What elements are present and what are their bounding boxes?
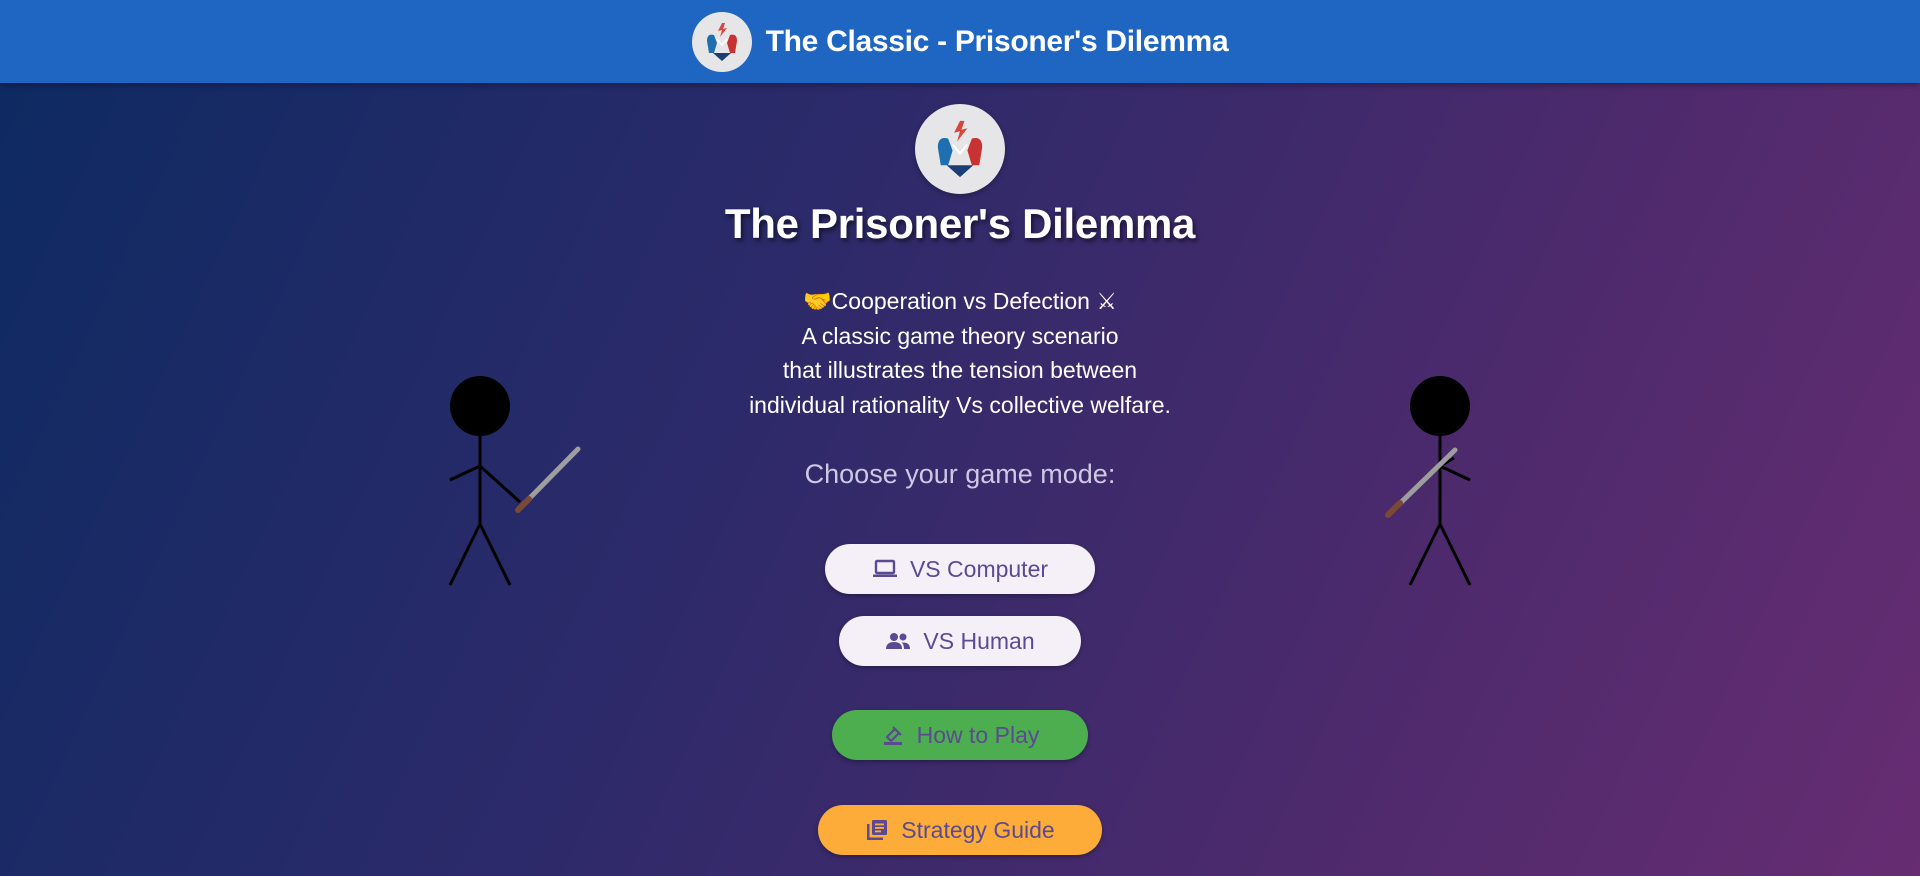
hero-logo-icon — [915, 104, 1005, 194]
strategy-guide-label: Strategy Guide — [901, 816, 1055, 843]
vs-computer-label: VS Computer — [909, 555, 1049, 582]
laptop-icon — [872, 559, 898, 579]
people-icon — [885, 631, 911, 651]
description-line: individual rationality Vs collective wel… — [749, 391, 1171, 418]
how-to-play-label: How to Play — [916, 721, 1040, 748]
description-line: A classic game theory scenario — [801, 322, 1119, 349]
library-books-icon — [865, 818, 889, 842]
app-logo-icon — [691, 11, 752, 72]
description-line: that illustrates the tension between — [782, 357, 1138, 383]
vs-human-label: VS Human — [923, 627, 1035, 654]
vs-human-button[interactable]: VS Human — [839, 616, 1081, 666]
strategy-guide-button[interactable]: Strategy Guide — [818, 805, 1102, 855]
game-description: 🤝Cooperation vs Defection ⚔ A classic ga… — [749, 284, 1171, 422]
left-stick-figure — [440, 370, 590, 595]
choose-mode-label: Choose your game mode: — [804, 459, 1116, 489]
vs-computer-button[interactable]: VS Computer — [825, 544, 1095, 594]
app-bar-title: The Classic - Prisoner's Dilemma — [765, 24, 1229, 58]
right-stick-figure — [1380, 370, 1480, 595]
app-bar: The Classic - Prisoner's Dilemma — [0, 0, 1920, 83]
how-to-play-button[interactable]: How to Play — [832, 710, 1088, 760]
main-content: The Prisoner's Dilemma 🤝Cooperation vs D… — [0, 83, 1920, 490]
gavel-icon — [881, 723, 905, 747]
page-title: The Prisoner's Dilemma — [724, 200, 1196, 247]
description-line: 🤝Cooperation vs Defection ⚔ — [803, 288, 1117, 314]
